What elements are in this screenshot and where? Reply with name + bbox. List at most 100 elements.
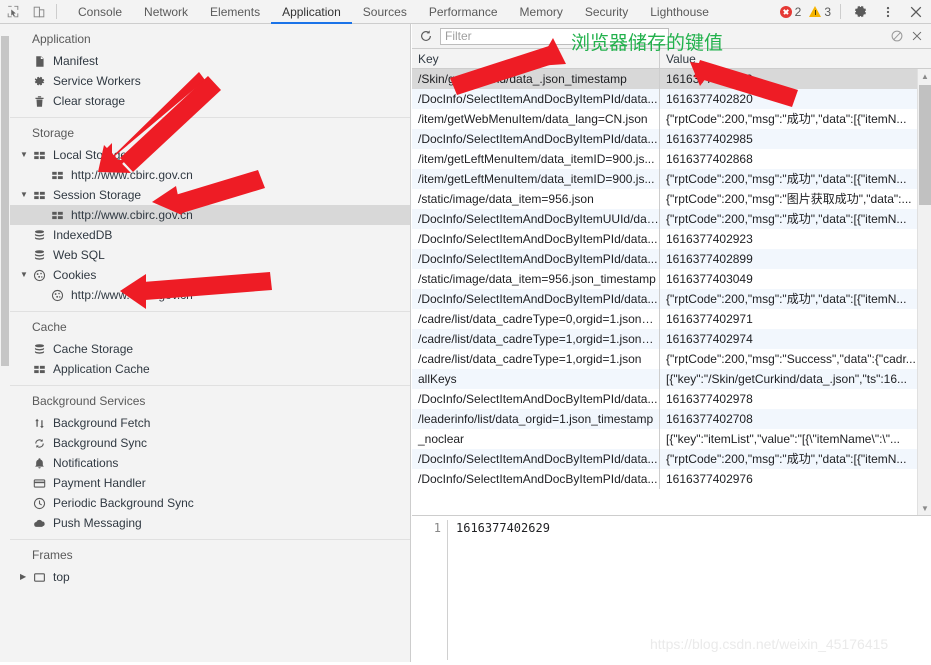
more-options-icon[interactable] (875, 1, 901, 23)
table-cell-key[interactable]: /item/getLeftMenuItem/data_itemID=900.js… (412, 169, 660, 189)
filter-input[interactable] (440, 27, 669, 45)
sidebar-item-cookies[interactable]: Cookies (10, 265, 410, 285)
table-cell-value[interactable]: 1616377402899 (660, 249, 917, 269)
clear-entries-icon[interactable] (887, 26, 907, 46)
sidebar-item-local-storage[interactable]: Local Storage (10, 145, 410, 165)
table-cell-value[interactable]: 1616377403049 (660, 269, 917, 289)
sidebar-item-background-sync[interactable]: Background Sync (10, 433, 410, 453)
sidebar-item-web-sql[interactable]: Web SQL (10, 245, 410, 265)
table-cell-key[interactable]: /DocInfo/SelectItemAndDocByItemPId/data.… (412, 289, 660, 309)
table-cell-value[interactable]: {"rptCode":200,"msg":"成功","data":[{"item… (660, 449, 917, 469)
sidebar-item-session-storage[interactable]: Session Storage (10, 185, 410, 205)
table-cell-key[interactable]: allKeys (412, 369, 660, 389)
chevron-down-icon[interactable] (20, 271, 31, 279)
sidebar-item-http-www-cbirc-gov-cn[interactable]: http://www.cbirc.gov.cn (10, 205, 410, 225)
table-row[interactable]: allKeys [{"key":"/Skin/getCurkind/data_.j… (412, 369, 917, 389)
table-cell-key[interactable]: /Skin/getCurkind/data_.json_timestamp (412, 69, 660, 89)
sidebar-item-service-workers[interactable]: Service Workers (10, 71, 410, 91)
table-cell-value[interactable]: [{"key":"itemList","value":"[{\"itemName… (660, 429, 917, 449)
inspect-element-icon[interactable] (0, 1, 26, 23)
table-cell-value[interactable]: 1616377402971 (660, 309, 917, 329)
sidebar-item-payment-handler[interactable]: Payment Handler (10, 473, 410, 493)
sidebar-item-application-cache[interactable]: Application Cache (10, 359, 410, 379)
tab-sources[interactable]: Sources (352, 0, 418, 24)
scroll-up-arrow-icon[interactable]: ▲ (918, 69, 931, 83)
sidebar-item-clear-storage[interactable]: Clear storage (10, 91, 410, 111)
tab-network[interactable]: Network (133, 0, 199, 24)
table-cell-value[interactable]: [{"key":"/Skin/getCurkind/data_.json","t… (660, 369, 917, 389)
chevron-right-icon[interactable] (20, 573, 31, 581)
table-cell-value[interactable]: 1616377402923 (660, 229, 917, 249)
table-row[interactable]: /DocInfo/SelectItemAndDocByItemPId/data.… (412, 449, 917, 469)
table-row[interactable]: /cadre/list/data_cadreType=1,orgid=1.jso… (412, 329, 917, 349)
table-cell-key[interactable]: /static/image/data_item=956.json (412, 189, 660, 209)
close-devtools-icon[interactable] (903, 1, 929, 23)
table-row[interactable]: /static/image/data_item=956.json_timesta… (412, 269, 917, 289)
table-cell-key[interactable]: /cadre/list/data_cadreType=0,orgid=1.jso… (412, 309, 660, 329)
table-row[interactable]: /DocInfo/SelectItemAndDocByItemPId/data.… (412, 249, 917, 269)
table-scrollbar-thumb[interactable] (919, 85, 931, 205)
sidebar-item-push-messaging[interactable]: Push Messaging (10, 513, 410, 533)
table-row[interactable]: /item/getWebMenuItem/data_lang=CN.json {"… (412, 109, 917, 129)
table-cell-value[interactable]: {"rptCode":200,"msg":"成功","data":[{"item… (660, 289, 917, 309)
table-cell-key[interactable]: /cadre/list/data_cadreType=1,orgid=1.jso… (412, 349, 660, 369)
table-row[interactable]: /static/image/data_item=956.json {"rptCod… (412, 189, 917, 209)
table-cell-value[interactable]: 1616377402978 (660, 389, 917, 409)
table-cell-key[interactable]: /DocInfo/SelectItemAndDocByItemPId/data.… (412, 389, 660, 409)
error-counter[interactable]: 2 (777, 5, 805, 19)
tab-performance[interactable]: Performance (418, 0, 509, 24)
tab-memory[interactable]: Memory (509, 0, 574, 24)
tab-application[interactable]: Application (271, 0, 352, 24)
table-cell-key[interactable]: /DocInfo/SelectItemAndDocByItemUUId/dat.… (412, 209, 660, 229)
table-row[interactable]: /leaderinfo/list/data_orgid=1.json_times… (412, 409, 917, 429)
column-header-key[interactable]: Key (412, 49, 660, 68)
sidebar-item-periodic-background-sync[interactable]: Periodic Background Sync (10, 493, 410, 513)
table-cell-key[interactable]: /leaderinfo/list/data_orgid=1.json_times… (412, 409, 660, 429)
table-cell-value[interactable]: 1616377402629 (660, 69, 917, 89)
table-cell-value[interactable]: {"rptCode":200,"msg":"Success","data":{"… (660, 349, 917, 369)
table-cell-key[interactable]: /DocInfo/SelectItemAndDocByItemPId/data.… (412, 89, 660, 109)
sidebar-item-http-www-cbirc-gov-cn[interactable]: http://www.cbirc.gov.cn (10, 165, 410, 185)
table-cell-key[interactable]: _noclear (412, 429, 660, 449)
table-row[interactable]: /DocInfo/SelectItemAndDocByItemPId/data.… (412, 129, 917, 149)
table-row[interactable]: /Skin/getCurkind/data_.json_timestamp 161… (412, 69, 917, 89)
tab-console[interactable]: Console (67, 0, 133, 24)
table-row[interactable]: /DocInfo/SelectItemAndDocByItemPId/data.… (412, 389, 917, 409)
table-cell-key[interactable]: /DocInfo/SelectItemAndDocByItemPId/data.… (412, 449, 660, 469)
table-cell-value[interactable]: 1616377402868 (660, 149, 917, 169)
chevron-down-icon[interactable] (20, 191, 31, 199)
table-cell-key[interactable]: /DocInfo/SelectItemAndDocByItemPId/data.… (412, 469, 660, 489)
sidebar-item-http-www-cbirc-gov-cn[interactable]: http://www.cbirc.gov.cn (10, 285, 410, 305)
table-cell-value[interactable]: {"rptCode":200,"msg":"成功","data":[{"item… (660, 169, 917, 189)
sidebar-item-manifest[interactable]: Manifest (10, 51, 410, 71)
settings-gear-icon[interactable] (847, 1, 873, 23)
table-row[interactable]: /cadre/list/data_cadreType=1,orgid=1.jso… (412, 349, 917, 369)
sidebar-scrollbar[interactable] (0, 24, 10, 662)
sidebar-item-indexeddb[interactable]: IndexedDB (10, 225, 410, 245)
tab-security[interactable]: Security (574, 0, 639, 24)
sidebar-item-cache-storage[interactable]: Cache Storage (10, 339, 410, 359)
table-cell-key[interactable]: /cadre/list/data_cadreType=1,orgid=1.jso… (412, 329, 660, 349)
table-cell-key[interactable]: /item/getWebMenuItem/data_lang=CN.json (412, 109, 660, 129)
table-cell-key[interactable]: /static/image/data_item=956.json_timesta… (412, 269, 660, 289)
table-cell-value[interactable]: {"rptCode":200,"msg":"成功","data":[{"item… (660, 209, 917, 229)
table-row[interactable]: /DocInfo/SelectItemAndDocByItemPId/data.… (412, 469, 917, 489)
table-cell-value[interactable]: 1616377402974 (660, 329, 917, 349)
tab-lighthouse[interactable]: Lighthouse (639, 0, 720, 24)
table-row[interactable]: /cadre/list/data_cadreType=0,orgid=1.jso… (412, 309, 917, 329)
refresh-icon[interactable] (416, 26, 436, 46)
sidebar-scrollbar-thumb[interactable] (1, 36, 9, 366)
table-cell-key[interactable]: /item/getLeftMenuItem/data_itemID=900.js… (412, 149, 660, 169)
sidebar-item-notifications[interactable]: Notifications (10, 453, 410, 473)
table-cell-key[interactable]: /DocInfo/SelectItemAndDocByItemPId/data.… (412, 249, 660, 269)
table-row[interactable]: /DocInfo/SelectItemAndDocByItemPId/data.… (412, 89, 917, 109)
table-cell-key[interactable]: /DocInfo/SelectItemAndDocByItemPId/data.… (412, 129, 660, 149)
tab-elements[interactable]: Elements (199, 0, 271, 24)
table-cell-value[interactable]: 1616377402820 (660, 89, 917, 109)
table-row[interactable]: _noclear [{"key":"itemList","value":"[{\"… (412, 429, 917, 449)
scroll-down-arrow-icon[interactable]: ▼ (918, 501, 931, 515)
table-cell-value[interactable]: 1616377402976 (660, 469, 917, 489)
table-cell-value[interactable]: 1616377402985 (660, 129, 917, 149)
table-cell-value[interactable]: 1616377402708 (660, 409, 917, 429)
table-row[interactable]: /item/getLeftMenuItem/data_itemID=900.js… (412, 169, 917, 189)
